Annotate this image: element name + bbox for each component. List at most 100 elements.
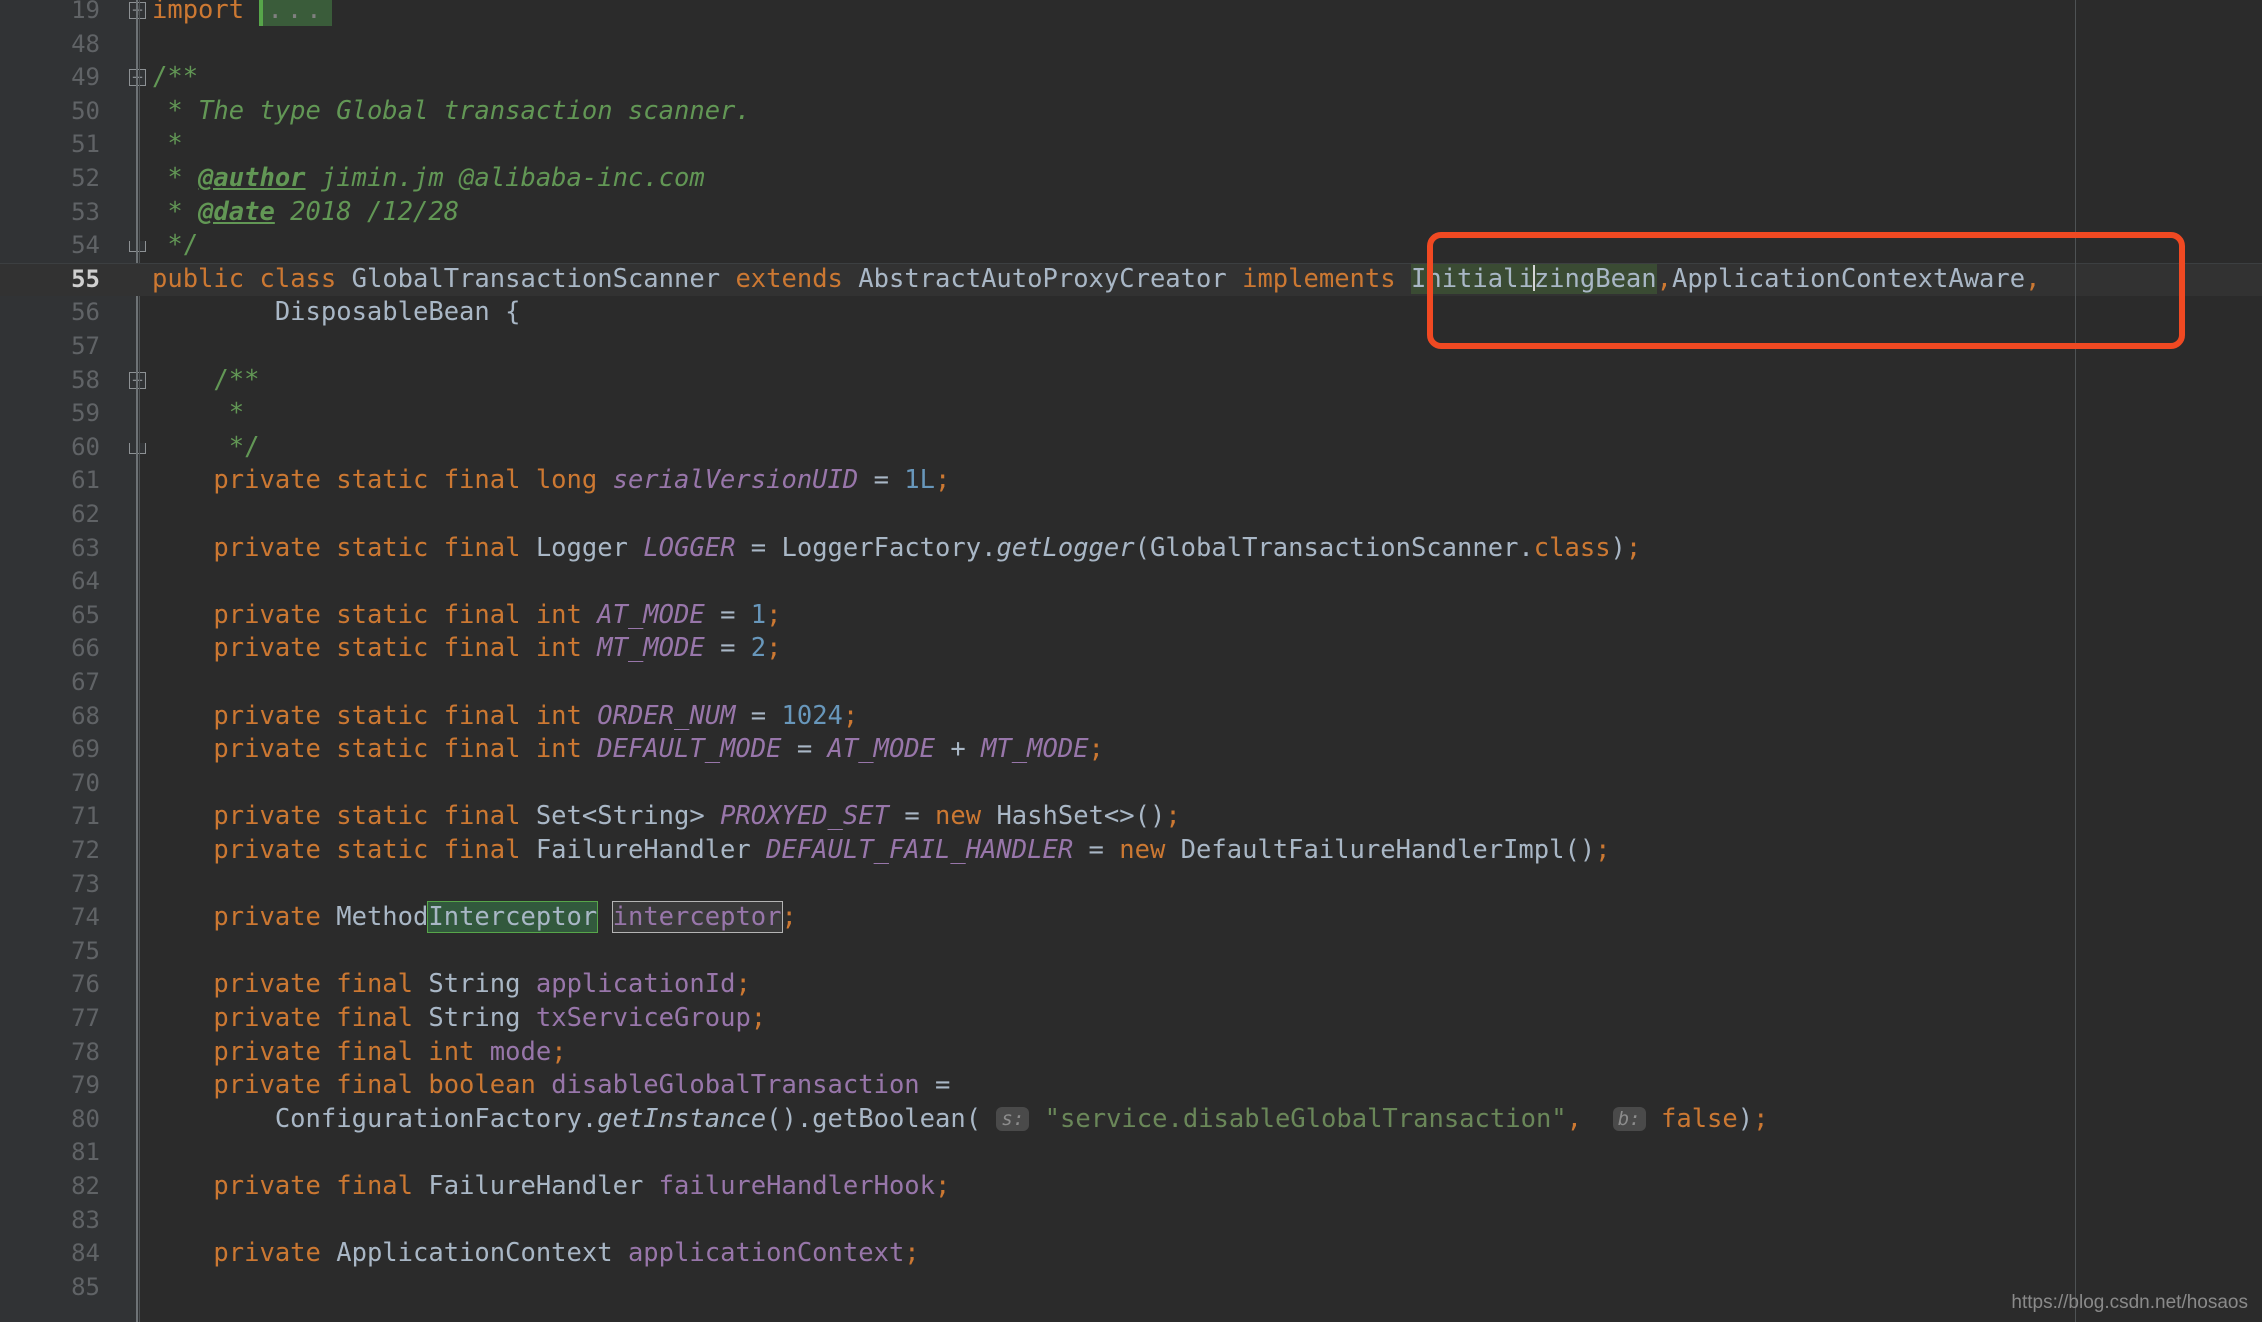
- code-text[interactable]: private static final int ORDER_NUM = 102…: [140, 700, 2262, 734]
- code-text[interactable]: private static final int AT_MODE = 1;: [140, 599, 2262, 633]
- code-text[interactable]: import ...: [140, 0, 2262, 28]
- line-number: 77: [0, 1002, 100, 1036]
- code-text[interactable]: */: [140, 431, 2262, 465]
- code-line[interactable]: 52 * @author jimin.jm @alibaba-inc.com: [0, 162, 2262, 196]
- code-line[interactable]: 19import ...: [0, 0, 2262, 28]
- code-text[interactable]: * @date 2018 /12/28: [140, 196, 2262, 230]
- code-line[interactable]: 51 *: [0, 128, 2262, 162]
- code-line[interactable]: 48: [0, 28, 2262, 62]
- code-token: AT_MODE: [597, 600, 704, 630]
- code-text[interactable]: private static final int DEFAULT_MODE = …: [140, 733, 2262, 767]
- code-line[interactable]: 71 private static final Set<String> PROX…: [0, 800, 2262, 834]
- code-text[interactable]: private ApplicationContext applicationCo…: [140, 1237, 2262, 1271]
- code-line[interactable]: 63 private static final Logger LOGGER = …: [0, 532, 2262, 566]
- code-text[interactable]: *: [140, 397, 2262, 431]
- code-text[interactable]: private static final int MT_MODE = 2;: [140, 632, 2262, 666]
- code-line[interactable]: 66 private static final int MT_MODE = 2;: [0, 632, 2262, 666]
- code-text[interactable]: private final boolean disableGlobalTrans…: [140, 1069, 2262, 1103]
- line-number: 70: [0, 767, 100, 801]
- code-text[interactable]: private final FailureHandler failureHand…: [140, 1170, 2262, 1204]
- code-text[interactable]: private static final FailureHandler DEFA…: [140, 834, 2262, 868]
- line-number: 60: [0, 431, 100, 465]
- code-text[interactable]: private MethodInterceptor interceptor;: [140, 901, 2262, 935]
- code-line[interactable]: 80 ConfigurationFactory.getInstance().ge…: [0, 1103, 2262, 1137]
- code-token: =: [920, 1070, 951, 1100]
- code-token: private static final: [213, 533, 520, 563]
- code-text[interactable]: private final String txServiceGroup;: [140, 1002, 2262, 1036]
- code-token: 1024: [781, 701, 842, 731]
- code-token: 1: [751, 600, 766, 630]
- code-line[interactable]: 69 private static final int DEFAULT_MODE…: [0, 733, 2262, 767]
- code-line[interactable]: 79 private final boolean disableGlobalTr…: [0, 1069, 2262, 1103]
- code-token: =: [781, 734, 827, 764]
- code-line[interactable]: 85: [0, 1271, 2262, 1305]
- code-text[interactable]: DisposableBean {: [140, 296, 2262, 330]
- line-number: 53: [0, 196, 100, 230]
- code-token: *: [152, 129, 183, 159]
- code-line[interactable]: 82 private final FailureHandler failureH…: [0, 1170, 2262, 1204]
- code-line[interactable]: 67: [0, 666, 2262, 700]
- code-token: GlobalTransactionScanner: [352, 264, 720, 294]
- code-line[interactable]: 65 private static final int AT_MODE = 1;: [0, 599, 2262, 633]
- code-token: =: [889, 801, 935, 831]
- code-text[interactable]: private final String applicationId;: [140, 968, 2262, 1002]
- code-token: [152, 969, 213, 999]
- line-number: 83: [0, 1204, 100, 1238]
- code-text[interactable]: private static final Set<String> PROXYED…: [140, 800, 2262, 834]
- code-token: ...: [259, 0, 331, 26]
- code-line[interactable]: 84 private ApplicationContext applicatio…: [0, 1237, 2262, 1271]
- code-token: private static final int: [213, 600, 581, 630]
- code-line[interactable]: 81: [0, 1136, 2262, 1170]
- code-text[interactable]: private final int mode;: [140, 1036, 2262, 1070]
- code-token: [597, 465, 612, 495]
- code-token: [152, 533, 213, 563]
- code-line[interactable]: 72 private static final FailureHandler D…: [0, 834, 2262, 868]
- code-text[interactable]: * @author jimin.jm @alibaba-inc.com: [140, 162, 2262, 196]
- code-text[interactable]: * The type Global transaction scanner.: [140, 95, 2262, 129]
- code-editor[interactable]: +−− 19import ...4849/**50 * The type Glo…: [0, 0, 2262, 1322]
- code-line[interactable]: 78 private final int mode;: [0, 1036, 2262, 1070]
- code-line[interactable]: 61 private static final long serialVersi…: [0, 464, 2262, 498]
- code-text[interactable]: public class GlobalTransactionScanner ex…: [140, 263, 2262, 297]
- code-line[interactable]: 83: [0, 1204, 2262, 1238]
- code-token: FailureHandler: [428, 1171, 643, 1201]
- code-token: private final: [213, 1171, 413, 1201]
- code-line[interactable]: 73: [0, 868, 2262, 902]
- code-line[interactable]: 55public class GlobalTransactionScanner …: [0, 263, 2262, 297]
- code-line[interactable]: 54 */: [0, 229, 2262, 263]
- code-line[interactable]: 53 * @date 2018 /12/28: [0, 196, 2262, 230]
- code-text[interactable]: private static final Logger LOGGER = Log…: [140, 532, 2262, 566]
- code-token: [1396, 264, 1411, 294]
- code-token: private final: [213, 1003, 413, 1033]
- code-token: [520, 801, 535, 831]
- code-token: ;: [766, 600, 781, 630]
- code-line[interactable]: 76 private final String applicationId;: [0, 968, 2262, 1002]
- code-line[interactable]: 58 /**: [0, 364, 2262, 398]
- code-line[interactable]: 70: [0, 767, 2262, 801]
- code-token: jimin.jm @alibaba-inc.com: [306, 163, 705, 193]
- code-text[interactable]: */: [140, 229, 2262, 263]
- code-line[interactable]: 75: [0, 935, 2262, 969]
- code-token: String: [428, 969, 520, 999]
- code-token: @date: [198, 197, 275, 227]
- code-line[interactable]: 62: [0, 498, 2262, 532]
- code-text[interactable]: private static final long serialVersionU…: [140, 464, 2262, 498]
- code-line[interactable]: 64: [0, 565, 2262, 599]
- code-line[interactable]: 74 private MethodInterceptor interceptor…: [0, 901, 2262, 935]
- code-token: MT_MODE: [981, 734, 1088, 764]
- code-text[interactable]: /**: [140, 364, 2262, 398]
- code-line[interactable]: 50 * The type Global transaction scanner…: [0, 95, 2262, 129]
- code-line[interactable]: 57: [0, 330, 2262, 364]
- code-line[interactable]: 56 DisposableBean {: [0, 296, 2262, 330]
- code-text[interactable]: ConfigurationFactory.getInstance().getBo…: [140, 1103, 2262, 1137]
- code-line[interactable]: 60 */: [0, 431, 2262, 465]
- code-line[interactable]: 59 *: [0, 397, 2262, 431]
- code-token: [336, 264, 351, 294]
- code-text[interactable]: /**: [140, 61, 2262, 95]
- code-text[interactable]: *: [140, 128, 2262, 162]
- code-line[interactable]: 49/**: [0, 61, 2262, 95]
- code-line[interactable]: 68 private static final int ORDER_NUM = …: [0, 700, 2262, 734]
- code-token: */: [152, 230, 198, 260]
- code-token: 2018 /12/28: [275, 197, 459, 227]
- code-line[interactable]: 77 private final String txServiceGroup;: [0, 1002, 2262, 1036]
